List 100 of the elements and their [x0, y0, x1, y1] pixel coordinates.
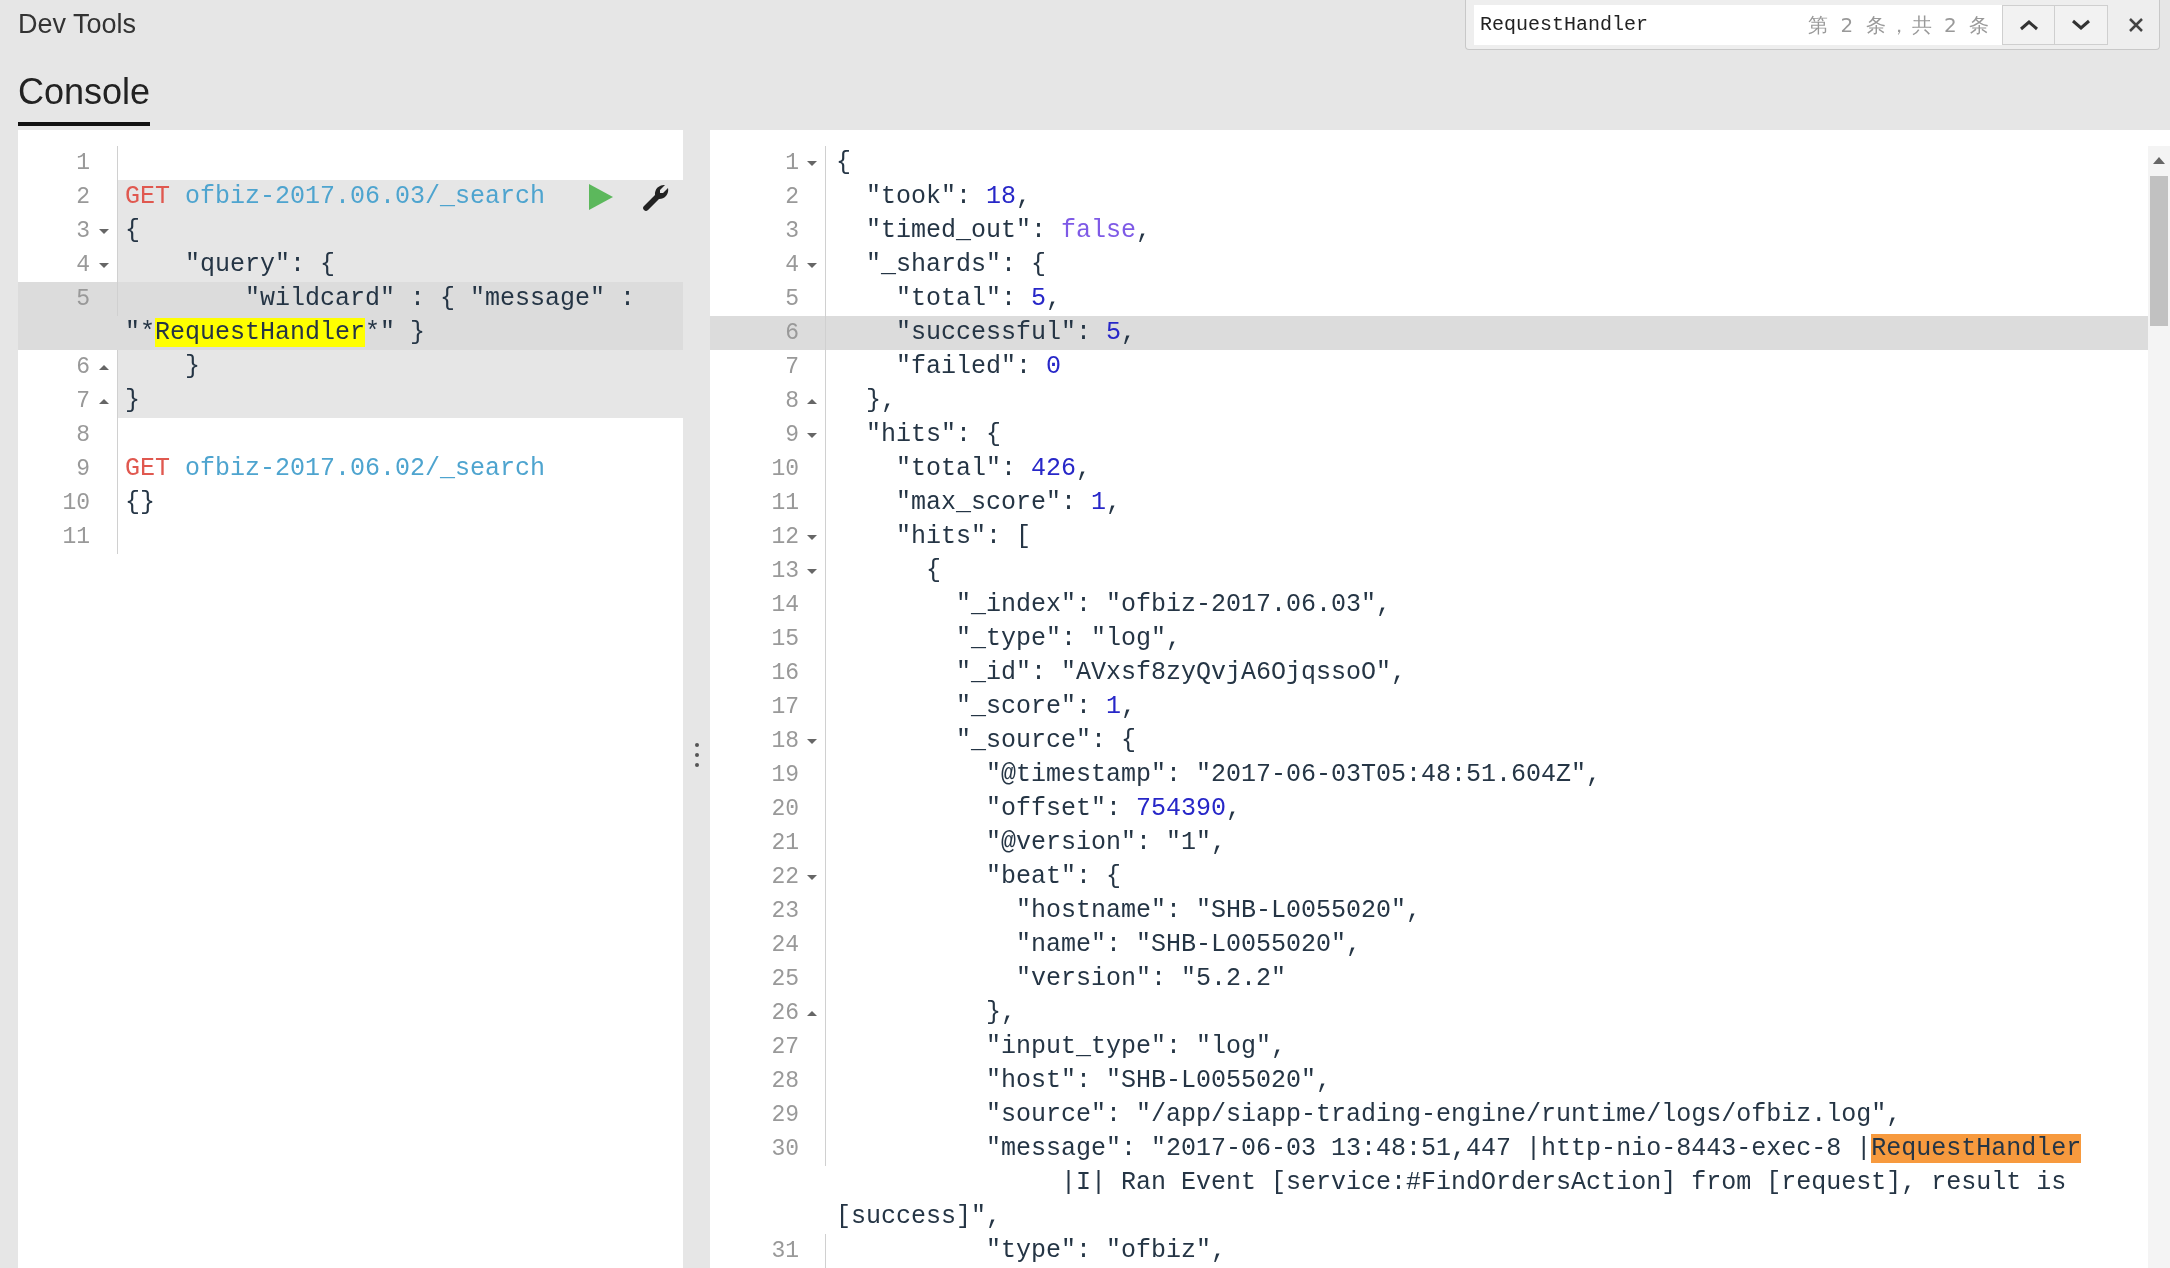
code-line: "wildcard" : { "message" :	[244, 283, 636, 315]
line-number: 4	[75, 250, 90, 280]
code-line: "version": "5.2.2"	[1015, 963, 1287, 995]
next-match-button[interactable]	[2055, 4, 2108, 45]
code-line: "source": "/app/siapp-trading-engine/runtime/logs/ofbiz.log",	[985, 1099, 1902, 1131]
code-line: "timed_out": false,	[865, 215, 1152, 247]
line-number: 10	[770, 454, 799, 484]
scrollbar[interactable]	[2148, 146, 2170, 1268]
code-line: "@version": "1",	[985, 827, 1227, 859]
scroll-up-icon[interactable]	[2153, 156, 2165, 164]
console-tab[interactable]: Console	[18, 68, 151, 126]
line-number: 29	[770, 1100, 799, 1130]
code-line: "failed": 0	[895, 351, 1062, 383]
code-line: "*RequestHandler*" }	[125, 317, 426, 349]
line-number: 11	[61, 522, 90, 552]
line-number: 21	[770, 828, 799, 858]
line-number: 2	[75, 182, 90, 212]
fold-arrow-icon[interactable]	[807, 567, 817, 575]
code-line: {	[925, 555, 942, 587]
code-line: },	[865, 385, 896, 417]
line-number: 10	[61, 488, 90, 518]
code-line: "offset": 754390,	[985, 793, 1242, 825]
resize-handle-icon[interactable]	[694, 742, 699, 768]
unfold-arrow-icon[interactable]	[807, 397, 817, 405]
code-line: "took": 18,	[865, 181, 1032, 213]
line-number: 1	[784, 148, 799, 178]
line-number: 17	[770, 692, 799, 722]
code-line: {	[125, 215, 140, 247]
line-number: 3	[75, 216, 90, 246]
code-line: GET ofbiz-2017.06.02/_search	[125, 453, 546, 485]
line-number: 5	[75, 284, 90, 314]
code-line: "host": "SHB-L0055020",	[985, 1065, 1332, 1097]
line-number: 30	[770, 1134, 799, 1164]
code-line: },	[985, 997, 1017, 1029]
chevron-down-icon	[2071, 18, 2091, 31]
code-line: "_source": {	[955, 725, 1137, 757]
line-number: 25	[770, 964, 799, 994]
previous-match-button[interactable]	[2002, 4, 2055, 45]
code-line: "beat": {	[985, 861, 1122, 893]
code-line: "_type": "log",	[955, 623, 1182, 655]
find-field[interactable]: RequestHandler	[1474, 4, 1796, 45]
code-line: "query": {	[184, 249, 336, 281]
fold-arrow-icon[interactable]	[807, 873, 817, 881]
line-number: 20	[770, 794, 799, 824]
settings-button[interactable]	[641, 182, 671, 212]
code-line: "name": "SHB-L0055020",	[1015, 929, 1362, 961]
code-line: "hits": {	[865, 419, 1002, 451]
line-number: 5	[784, 284, 799, 314]
code-line: "_index": "ofbiz-2017.06.03",	[955, 589, 1392, 621]
code-line: }	[184, 351, 200, 383]
fold-arrow-icon[interactable]	[807, 261, 817, 269]
fold-arrow-icon[interactable]	[98, 261, 109, 269]
unfold-arrow-icon[interactable]	[98, 397, 109, 405]
code-line: "max_score": 1,	[895, 487, 1122, 519]
code-line: "total": 426,	[895, 453, 1092, 485]
line-number: 28	[770, 1066, 799, 1096]
line-number: 2	[784, 182, 799, 212]
code-line: "total": 5,	[895, 283, 1062, 315]
play-icon	[589, 184, 613, 210]
line-number: 22	[770, 862, 799, 892]
app-title: Dev Tools	[18, 8, 137, 41]
line-number: 23	[770, 896, 799, 926]
fold-arrow-icon[interactable]	[807, 737, 817, 745]
code-line: "message": "2017-06-03 13:48:51,447 |http-nio-8443-exec-8 |RequestHandler	[985, 1133, 2082, 1165]
code-line: {}	[125, 487, 155, 519]
code-line: "@timestamp": "2017-06-03T05:48:51.604Z",	[985, 759, 1602, 791]
line-number: 6	[75, 352, 90, 382]
line-number: 6	[784, 318, 799, 348]
scrollbar-thumb[interactable]	[2150, 176, 2168, 326]
unfold-arrow-icon[interactable]	[807, 1009, 817, 1017]
code-line: |I| Ran Event [service:#FindOrdersAction] from [request], result is	[1060, 1167, 2067, 1199]
line-number: 3	[784, 216, 799, 246]
code-line: "_score": 1,	[955, 691, 1137, 723]
line-number: 8	[75, 420, 90, 450]
chevron-up-icon	[2018, 18, 2039, 31]
line-number: 9	[75, 454, 90, 484]
line-number: 11	[770, 488, 799, 518]
code-line: "successful": 5,	[895, 317, 1137, 349]
line-number: 16	[770, 658, 799, 688]
line-number: 31	[770, 1236, 799, 1266]
code-line: }	[125, 385, 140, 417]
fold-arrow-icon[interactable]	[807, 431, 817, 439]
line-number: 8	[784, 386, 799, 416]
fold-arrow-icon[interactable]	[807, 159, 817, 167]
line-number: 24	[770, 930, 799, 960]
line-number: 14	[770, 590, 799, 620]
unfold-arrow-icon[interactable]	[98, 363, 109, 371]
line-number: 15	[770, 624, 799, 654]
fold-arrow-icon[interactable]	[98, 227, 109, 235]
match-count: 第 2 条，共 2 条	[1796, 4, 2002, 45]
close-icon	[2128, 16, 2144, 33]
line-number: 18	[770, 726, 799, 756]
line-number: 19	[770, 760, 799, 790]
code-line: "type": "ofbiz",	[985, 1235, 1227, 1267]
line-number: 12	[770, 522, 799, 552]
code-line: "hostname": "SHB-L0055020",	[1015, 895, 1422, 927]
code-line: [success]",	[836, 1201, 1002, 1233]
fold-arrow-icon[interactable]	[807, 533, 817, 541]
line-number: 7	[784, 352, 799, 382]
wrench-icon	[641, 182, 671, 212]
